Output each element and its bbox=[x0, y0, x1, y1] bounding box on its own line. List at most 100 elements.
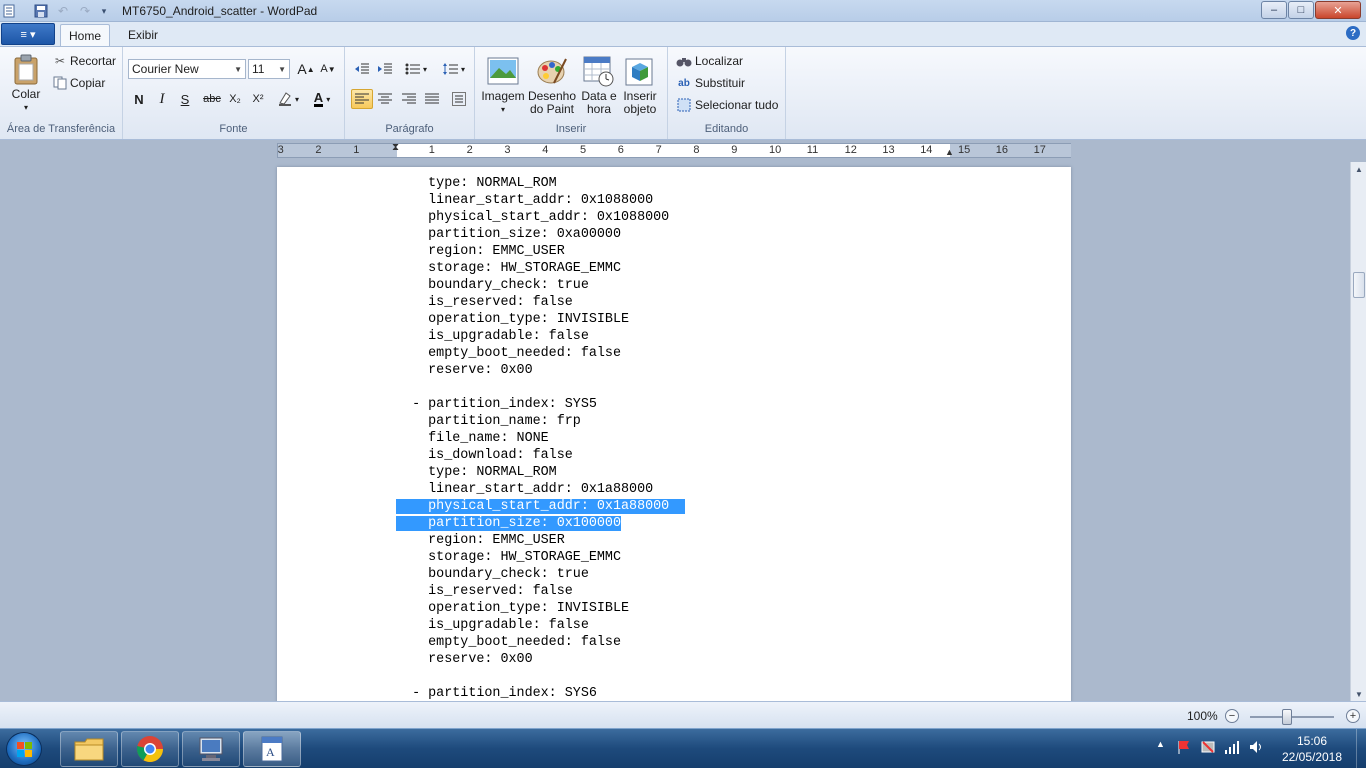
zoom-out-button[interactable]: − bbox=[1225, 709, 1239, 723]
close-button[interactable]: ✕ bbox=[1315, 1, 1361, 19]
ruler[interactable]: 3 2 1 1 2 3 4 5 6 7 8 9 10 11 12 13 14 15 16 17 ⧗ ▲ bbox=[277, 142, 1071, 158]
taskbar-wordpad[interactable]: A bbox=[243, 731, 301, 767]
text-line[interactable]: linear_start_addr: 0x1088000 bbox=[396, 192, 685, 209]
text-line[interactable]: reserve: 0x00 bbox=[396, 651, 685, 668]
insert-object-button[interactable]: Inserir objeto bbox=[620, 55, 660, 116]
document-text[interactable]: type: NORMAL_ROM linear_start_addr: 0x10… bbox=[396, 175, 686, 701]
insert-image-button[interactable]: Imagem ▾ bbox=[481, 55, 525, 116]
taskbar-chrome[interactable] bbox=[121, 731, 179, 767]
text-line[interactable]: empty_boot_needed: false bbox=[396, 634, 685, 651]
copy-button[interactable]: Copiar bbox=[52, 76, 105, 90]
zoom-slider-knob[interactable] bbox=[1281, 709, 1292, 725]
tray-flag-icon[interactable] bbox=[1176, 739, 1192, 758]
minimize-button[interactable]: – bbox=[1261, 1, 1287, 19]
text-line[interactable]: partition_name: frp bbox=[396, 413, 685, 430]
replace-button[interactable]: ab Substituir bbox=[676, 76, 745, 90]
text-line[interactable]: operation_type: INVISIBLE bbox=[396, 311, 685, 328]
maximize-button[interactable]: □ bbox=[1288, 1, 1314, 19]
italic-button[interactable]: I bbox=[151, 89, 173, 109]
align-right-button[interactable] bbox=[398, 89, 420, 109]
cut-button[interactable]: ✂ Recortar bbox=[52, 54, 116, 68]
save-icon[interactable] bbox=[34, 3, 48, 19]
align-left-button[interactable] bbox=[351, 89, 373, 109]
subscript-button[interactable]: X₂ bbox=[224, 89, 246, 109]
underline-button[interactable]: S bbox=[174, 89, 196, 109]
decrease-indent-button[interactable] bbox=[351, 59, 373, 79]
text-line[interactable]: file_name: NONE bbox=[396, 430, 685, 447]
bullet-list-button[interactable]: ▾ bbox=[399, 59, 433, 79]
wordpad-app-icon[interactable] bbox=[2, 3, 16, 19]
text-line[interactable]: region: EMMC_USER bbox=[396, 243, 685, 260]
text-line[interactable]: storage: HW_STORAGE_EMMC bbox=[396, 260, 685, 277]
right-indent-marker-icon[interactable]: ▲ bbox=[945, 147, 954, 157]
text-line[interactable] bbox=[396, 379, 685, 396]
vertical-scrollbar[interactable]: ▲ ▼ bbox=[1350, 162, 1366, 701]
shrink-font-button[interactable]: A ▼ bbox=[317, 59, 339, 79]
bold-button[interactable]: N bbox=[128, 89, 150, 109]
taskbar-network-app[interactable] bbox=[182, 731, 240, 767]
find-button[interactable]: Localizar bbox=[676, 54, 743, 68]
start-button[interactable] bbox=[6, 732, 42, 766]
tray-device-icon[interactable] bbox=[1200, 739, 1216, 758]
text-line[interactable]: region: EMMC_USER bbox=[396, 532, 685, 549]
selected-text-line[interactable]: physical_start_addr: 0x1a88000 bbox=[396, 498, 686, 515]
tab-home[interactable]: Home bbox=[60, 24, 110, 46]
taskbar-explorer[interactable] bbox=[60, 731, 118, 767]
redo-icon[interactable]: ↷ bbox=[78, 3, 92, 19]
paste-dropdown-icon[interactable]: ▾ bbox=[24, 101, 28, 114]
paragraph-settings-button[interactable] bbox=[448, 89, 470, 109]
system-clock[interactable]: 15:06 22/05/2018 bbox=[1272, 733, 1352, 765]
line-spacing-button[interactable]: ▾ bbox=[437, 59, 471, 79]
text-line[interactable]: is_reserved: false bbox=[396, 583, 685, 600]
paint-drawing-button[interactable]: Desenho do Paint bbox=[527, 55, 577, 116]
select-all-button[interactable]: Selecionar tudo bbox=[676, 98, 778, 112]
network-signal-icon[interactable] bbox=[1224, 739, 1240, 758]
text-line[interactable] bbox=[396, 668, 685, 685]
font-family-select[interactable]: Courier New ▼ bbox=[128, 59, 246, 79]
text-line[interactable]: physical_start_addr: 0x1088000 bbox=[396, 209, 685, 226]
increase-indent-button[interactable] bbox=[374, 59, 396, 79]
zoom-in-button[interactable]: + bbox=[1346, 709, 1360, 723]
text-line[interactable]: - partition_index: SYS6 bbox=[396, 685, 685, 701]
tab-view[interactable]: Exibir bbox=[118, 24, 168, 46]
scrollbar-thumb[interactable] bbox=[1353, 272, 1365, 298]
zoom-slider-track[interactable] bbox=[1250, 716, 1334, 718]
justify-button[interactable] bbox=[421, 89, 443, 109]
paste-button[interactable]: Colar ▾ bbox=[6, 53, 46, 114]
show-desktop-button[interactable] bbox=[1356, 729, 1366, 768]
font-size-select[interactable]: 11 ▼ bbox=[248, 59, 290, 79]
date-time-button[interactable]: Data e hora bbox=[579, 55, 619, 116]
strikethrough-button[interactable]: abc bbox=[199, 89, 225, 109]
grow-font-button[interactable]: A ▲ bbox=[295, 59, 317, 79]
highlight-button[interactable]: ▾ bbox=[273, 89, 303, 109]
text-line[interactable]: storage: HW_STORAGE_EMMC bbox=[396, 549, 685, 566]
volume-icon[interactable] bbox=[1248, 739, 1264, 758]
indent-marker-icon[interactable]: ⧗ bbox=[392, 142, 399, 153]
text-line[interactable]: partition_size: 0xa00000 bbox=[396, 226, 685, 243]
text-line[interactable]: is_reserved: false bbox=[396, 294, 685, 311]
document-area[interactable]: type: NORMAL_ROM linear_start_addr: 0x10… bbox=[0, 162, 1350, 701]
text-line[interactable]: reserve: 0x00 bbox=[396, 362, 685, 379]
text-line[interactable]: type: NORMAL_ROM bbox=[396, 464, 685, 481]
file-menu-button[interactable]: ≡ ▾ bbox=[1, 23, 55, 45]
selected-text-line[interactable]: partition_size: 0x100000 bbox=[396, 515, 685, 532]
scroll-up-icon[interactable]: ▲ bbox=[1351, 162, 1366, 176]
text-line[interactable]: is_download: false bbox=[396, 447, 685, 464]
font-color-button[interactable]: A ▾ bbox=[307, 89, 337, 109]
text-line[interactable]: type: NORMAL_ROM bbox=[396, 175, 685, 192]
undo-icon[interactable]: ↶ bbox=[56, 3, 70, 19]
text-line[interactable]: boundary_check: true bbox=[396, 277, 685, 294]
help-icon[interactable]: ? bbox=[1346, 26, 1360, 40]
superscript-button[interactable]: X² bbox=[247, 89, 269, 109]
show-hidden-icons-icon[interactable]: ▲ bbox=[1156, 739, 1165, 749]
text-line[interactable]: linear_start_addr: 0x1a88000 bbox=[396, 481, 685, 498]
text-line[interactable]: - partition_index: SYS5 bbox=[396, 396, 685, 413]
scroll-down-icon[interactable]: ▼ bbox=[1351, 687, 1366, 701]
align-center-button[interactable] bbox=[374, 89, 396, 109]
text-line[interactable]: boundary_check: true bbox=[396, 566, 685, 583]
text-line[interactable]: is_upgradable: false bbox=[396, 617, 685, 634]
quick-access-customize-icon[interactable]: ▾ bbox=[98, 3, 110, 19]
text-line[interactable]: empty_boot_needed: false bbox=[396, 345, 685, 362]
text-line[interactable]: operation_type: INVISIBLE bbox=[396, 600, 685, 617]
text-line[interactable]: is_upgradable: false bbox=[396, 328, 685, 345]
